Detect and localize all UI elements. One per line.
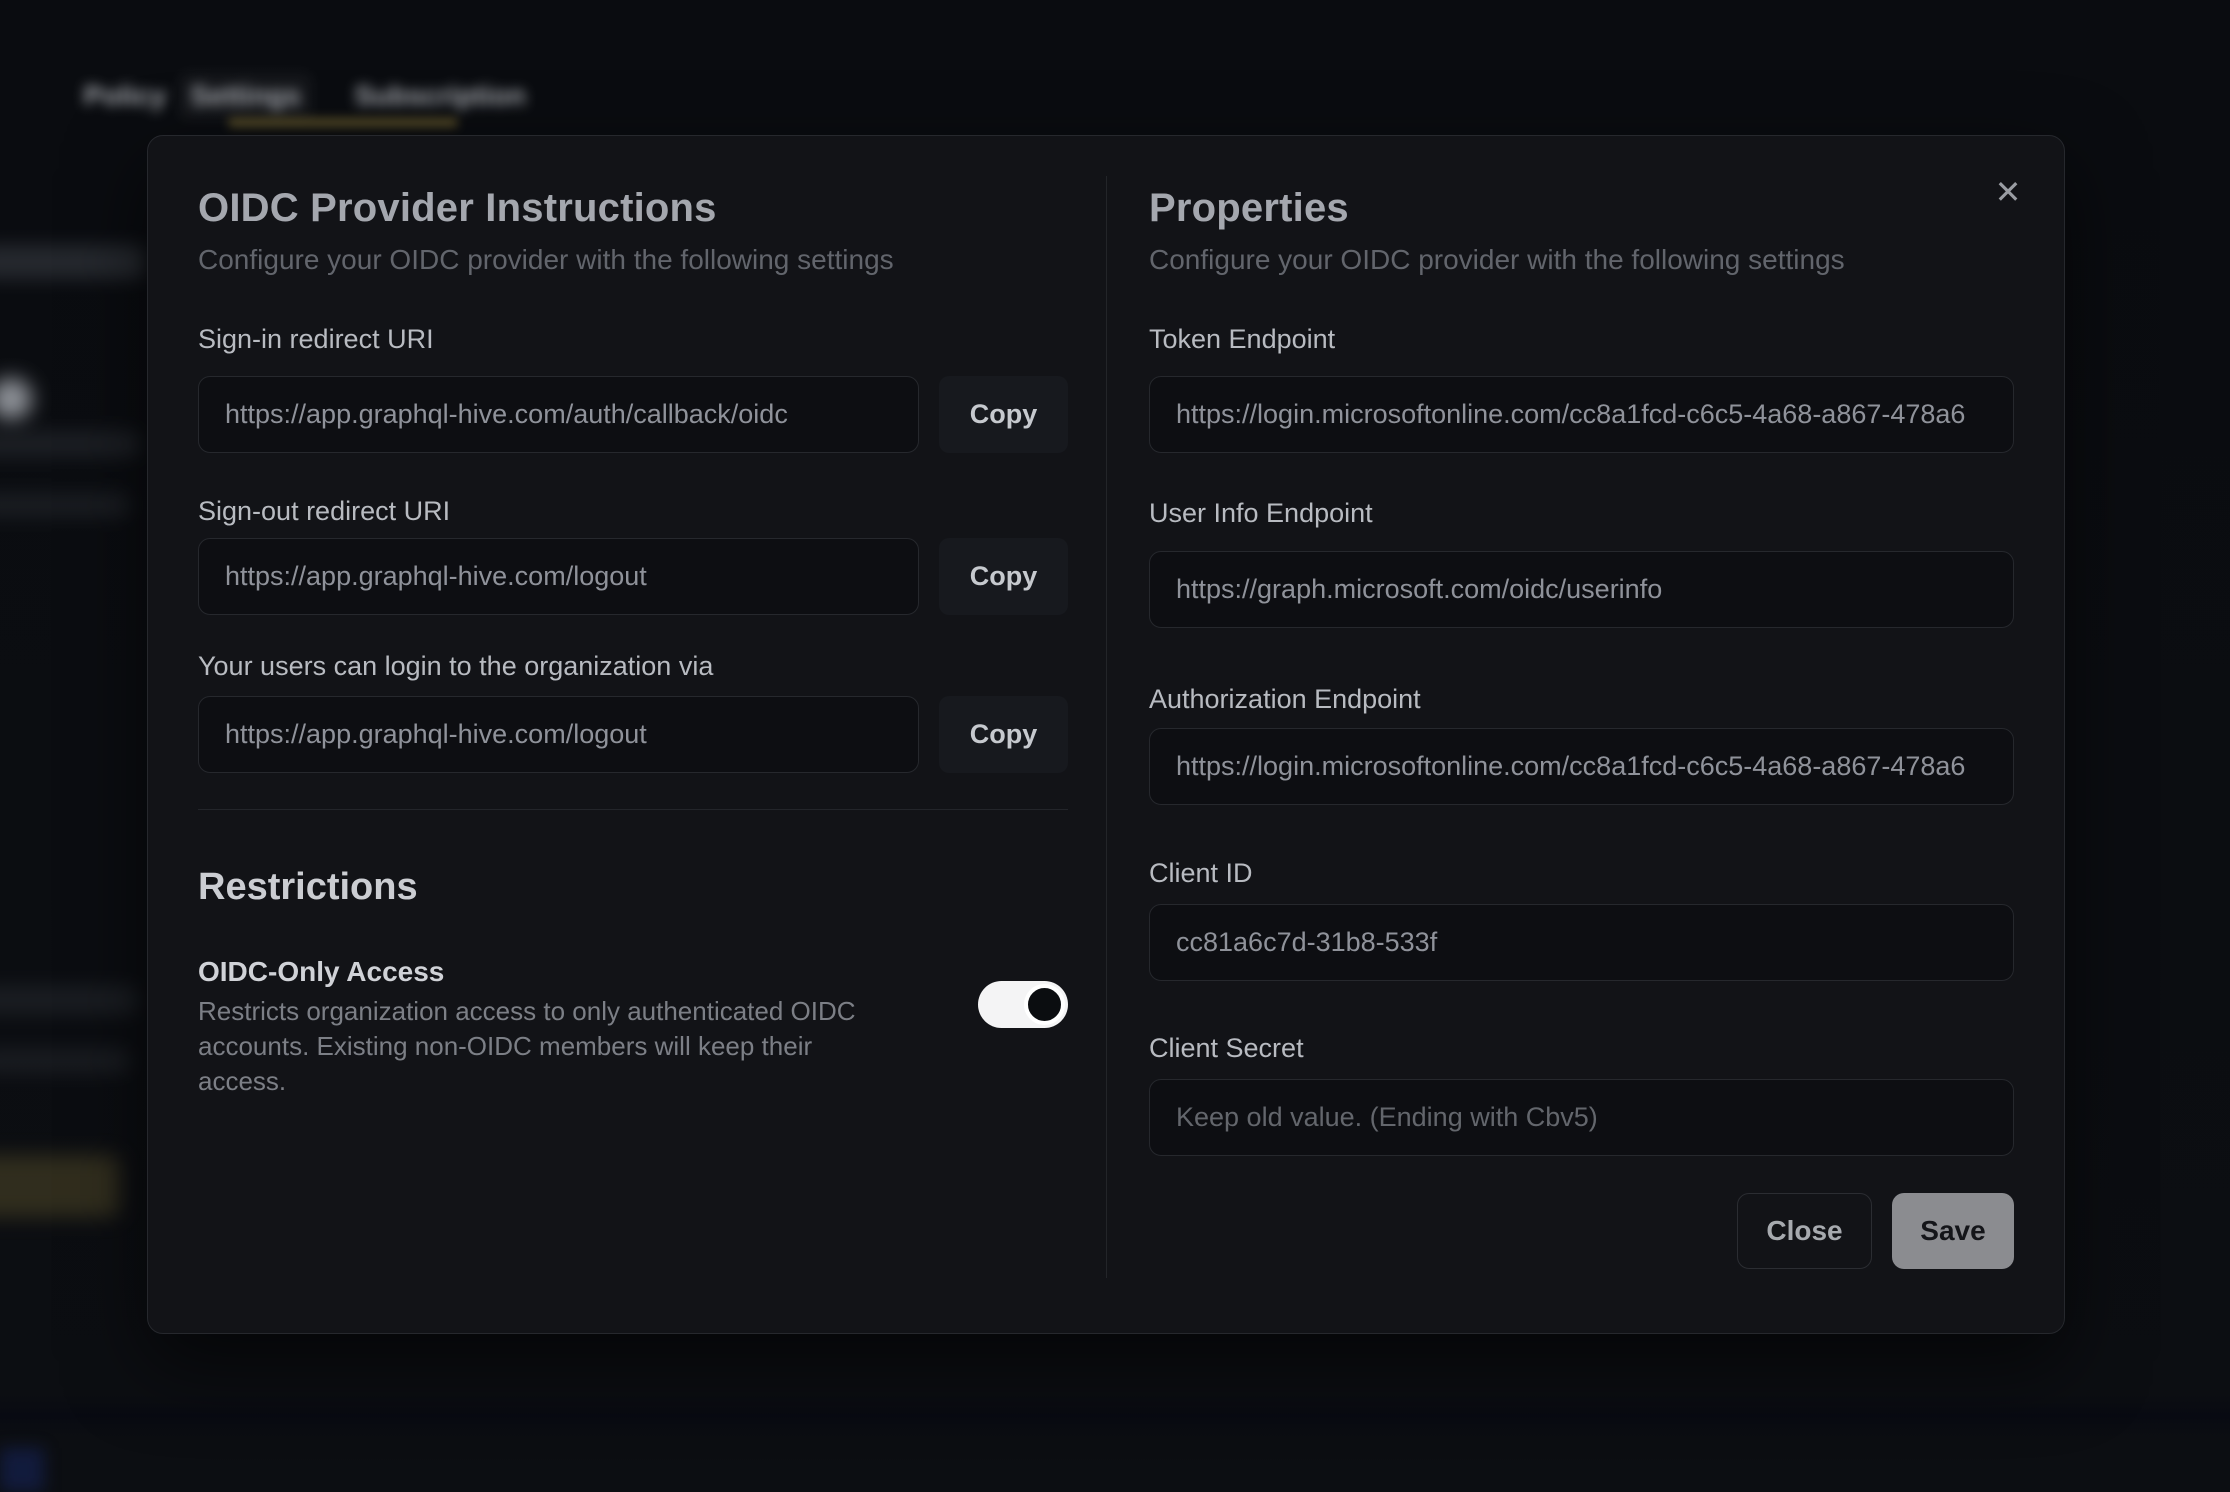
- user-info-endpoint-label: User Info Endpoint: [1149, 498, 1373, 529]
- oidc-settings-modal: ✕ OIDC Provider Instructions Configure y…: [147, 135, 2065, 1334]
- tab-settings[interactable]: Settings: [178, 72, 313, 120]
- properties-title: Properties: [1149, 186, 1349, 231]
- authorization-endpoint-label: Authorization Endpoint: [1149, 684, 1421, 715]
- background-text-fragment: [0, 985, 138, 1015]
- client-secret-label: Client Secret: [1149, 1033, 1304, 1064]
- token-endpoint-input[interactable]: [1149, 376, 2014, 453]
- background-text-fragment: [0, 492, 130, 518]
- oidc-only-access-toggle[interactable]: [978, 981, 1068, 1028]
- copy-sign-in-button[interactable]: Copy: [939, 376, 1068, 453]
- user-info-endpoint-input[interactable]: [1149, 551, 2014, 628]
- authorization-endpoint-input[interactable]: [1149, 728, 2014, 805]
- restrictions-title: Restrictions: [198, 866, 418, 909]
- client-id-label: Client ID: [1149, 858, 1253, 889]
- sign-out-redirect-input[interactable]: [198, 538, 919, 615]
- close-icon[interactable]: ✕: [1986, 170, 2030, 214]
- active-tab-underline: [228, 118, 458, 127]
- oidc-only-access-description: Restricts organization access to only au…: [198, 994, 878, 1099]
- sign-in-redirect-label: Sign-in redirect URI: [198, 324, 434, 355]
- background-text-fragment: [0, 1048, 130, 1074]
- column-divider: [1106, 176, 1107, 1278]
- tab-subscription[interactable]: Subscription: [350, 72, 530, 120]
- sign-in-redirect-input[interactable]: [198, 376, 919, 453]
- client-id-input[interactable]: [1149, 904, 2014, 981]
- login-via-label: Your users can login to the organization…: [198, 651, 713, 682]
- background-text-fragment: [0, 430, 140, 458]
- background-band: [0, 1395, 2230, 1437]
- toggle-thumb: [1024, 984, 1065, 1025]
- properties-subtitle: Configure your OIDC provider with the fo…: [1149, 244, 1845, 276]
- background-button-fragment: [0, 1155, 120, 1217]
- modal-actions: Close Save: [1149, 1193, 2014, 1269]
- token-endpoint-label: Token Endpoint: [1149, 324, 1335, 355]
- save-button[interactable]: Save: [1892, 1193, 2014, 1269]
- background-text-fragment: [0, 378, 32, 420]
- client-secret-input[interactable]: [1149, 1079, 2014, 1156]
- background-text-fragment: [0, 245, 145, 279]
- background-blue-fragment: [0, 1448, 44, 1492]
- oidc-only-access-label: OIDC-Only Access: [198, 956, 444, 988]
- instructions-subtitle: Configure your OIDC provider with the fo…: [198, 244, 894, 276]
- instructions-title: OIDC Provider Instructions: [198, 186, 717, 231]
- copy-login-via-button[interactable]: Copy: [939, 696, 1068, 773]
- sign-out-redirect-label: Sign-out redirect URI: [198, 496, 450, 527]
- app-screen: Policy Settings Subscription ✕ OIDC Prov…: [0, 0, 2230, 1492]
- restrictions-divider: [198, 809, 1068, 810]
- tab-policy[interactable]: Policy: [60, 72, 190, 120]
- copy-sign-out-button[interactable]: Copy: [939, 538, 1068, 615]
- close-button[interactable]: Close: [1737, 1193, 1872, 1269]
- login-via-input[interactable]: [198, 696, 919, 773]
